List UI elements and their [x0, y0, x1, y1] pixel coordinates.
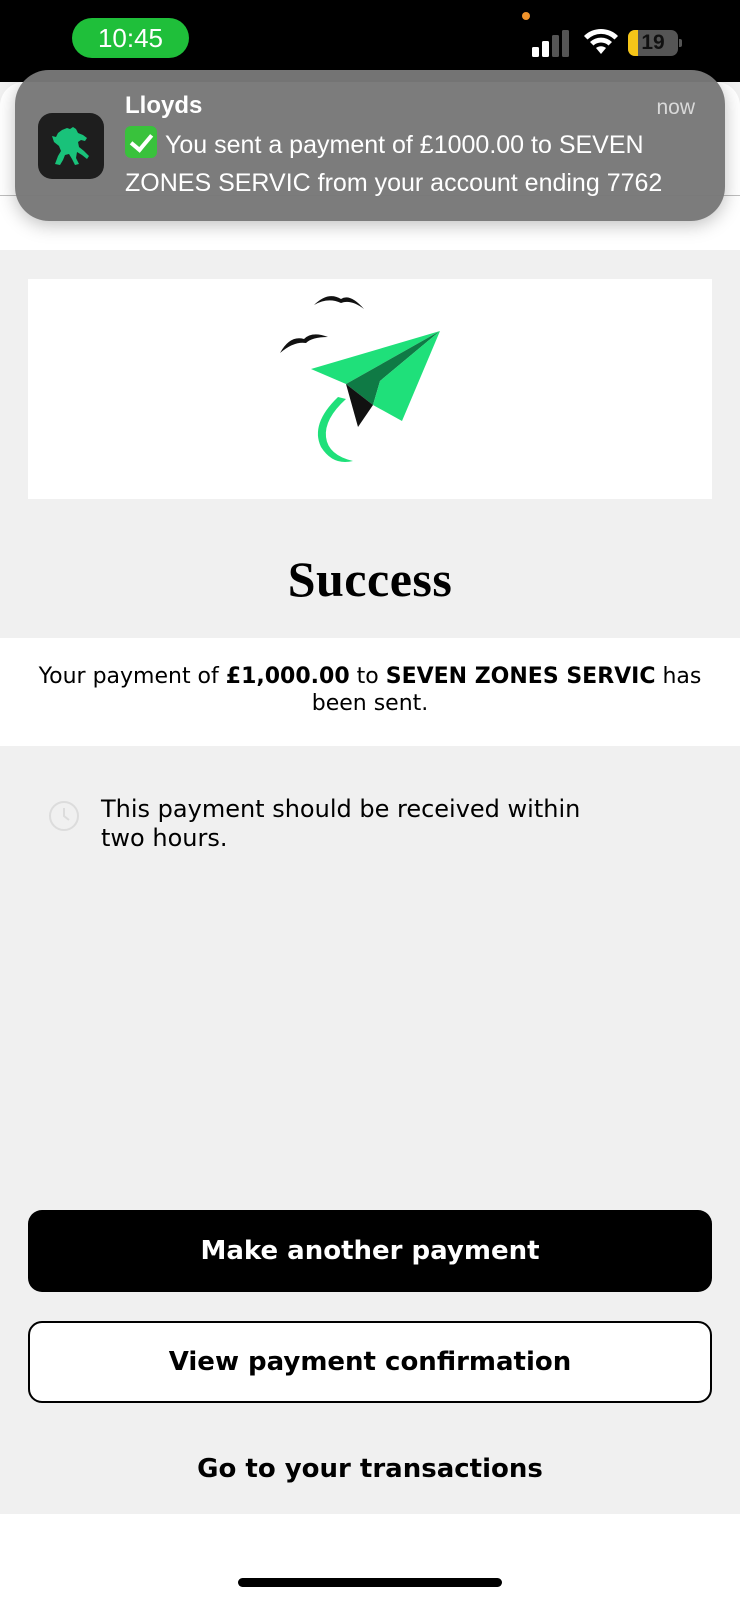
notification-body: You sent a payment of £1000.00 to SEVEN …: [125, 126, 705, 202]
view-payment-confirmation-button[interactable]: View payment confirmation: [28, 1321, 712, 1403]
delivery-info-text: This payment should be received within t…: [101, 795, 581, 852]
cellular-signal-icon: [532, 30, 569, 57]
payment-message: Your payment of £1,000.00 to SEVEN ZONES…: [30, 663, 710, 717]
make-another-payment-button[interactable]: Make another payment: [28, 1210, 712, 1292]
success-title: Success: [287, 551, 453, 607]
check-mark-icon: [125, 126, 157, 158]
status-time[interactable]: 10:45: [72, 18, 189, 58]
message-middle: to: [349, 664, 386, 689]
paper-plane-icon: [280, 296, 440, 463]
home-indicator[interactable]: [238, 1578, 502, 1587]
clock-icon: [49, 801, 79, 831]
message-prefix: Your payment of: [38, 664, 226, 689]
payment-amount: £1,000.00: [225, 664, 350, 689]
wifi-icon: [584, 28, 618, 54]
go-to-transactions-link[interactable]: Go to your transactions: [0, 1454, 740, 1484]
illustration-card: [28, 279, 712, 499]
privacy-indicator-dot: [522, 12, 530, 20]
notification-message: You sent a payment of £1000.00 to SEVEN …: [125, 131, 663, 197]
push-notification[interactable]: Lloyds now You sent a payment of £1000.0…: [15, 70, 725, 221]
bottom-area: [0, 1514, 740, 1600]
battery-level: 19: [641, 31, 665, 54]
notification-app-name: Lloyds: [125, 92, 203, 119]
battery-indicator: 19: [628, 30, 682, 56]
payment-message-band: Your payment of £1,000.00 to SEVEN ZONES…: [0, 638, 740, 746]
notification-time: now: [656, 96, 695, 119]
payee-name: SEVEN ZONES SERVIC: [385, 664, 656, 689]
lloyds-horse-icon: [38, 113, 104, 179]
